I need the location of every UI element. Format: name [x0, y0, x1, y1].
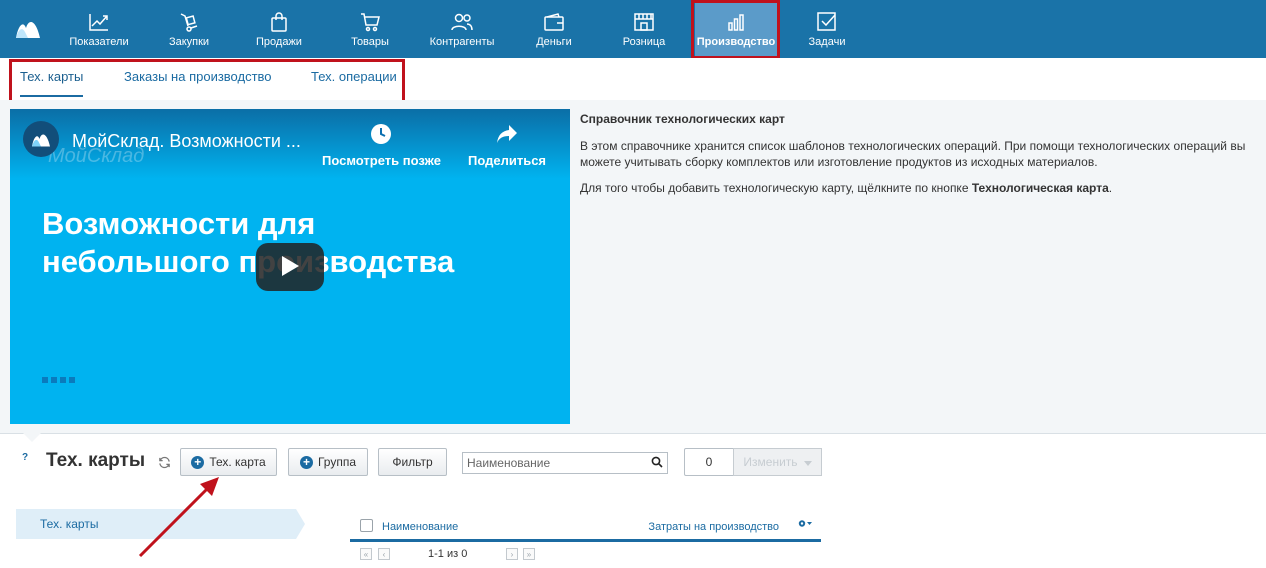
first-page-button[interactable]: « [360, 548, 372, 560]
nav-label: Продажи [256, 36, 302, 48]
chevron-down-icon [803, 455, 812, 469]
play-button[interactable] [256, 243, 324, 291]
top-navigation: Показатели Закупки Продажи Товары Контра… [0, 0, 1266, 58]
plus-icon: + [299, 455, 313, 469]
info-title: Справочник технологических карт [580, 112, 785, 126]
nav-item-counterparties[interactable]: Контрагенты [428, 0, 496, 58]
cart-dolly-icon [178, 12, 200, 32]
nav-item-sales[interactable]: Продажи [253, 0, 305, 58]
prev-page-button[interactable]: ‹ [378, 548, 390, 560]
wallet-icon [543, 12, 565, 32]
highlight-subnav [9, 59, 405, 103]
select-all-checkbox[interactable] [360, 519, 373, 532]
nav-label: Показатели [69, 36, 129, 48]
nav-item-money[interactable]: Деньги [533, 0, 575, 58]
add-tech-card-label: Тех. карта [209, 455, 266, 469]
selected-count: 0 [684, 448, 734, 476]
users-icon [451, 12, 473, 32]
next-page-button[interactable]: › [506, 548, 518, 560]
page-title: Тех. карты [46, 450, 146, 471]
video-headline-line: небольшого производства [42, 244, 455, 279]
nav-label: Деньги [536, 36, 572, 48]
change-button[interactable]: Изменить [733, 448, 822, 476]
panel-pointer [22, 432, 42, 442]
search-field[interactable] [462, 452, 668, 474]
nav-item-indicators[interactable]: Показатели [68, 0, 130, 58]
last-page-button[interactable]: » [523, 548, 535, 560]
nav-item-goods[interactable]: Товары [348, 0, 392, 58]
info-text-fragment: . [1108, 181, 1113, 195]
filter-button[interactable]: Фильтр [378, 448, 447, 476]
nav-label: Товары [351, 36, 389, 48]
nav-item-retail[interactable]: Розница [619, 0, 669, 58]
highlight-production [691, 0, 780, 59]
nav-item-purchases[interactable]: Закупки [164, 0, 214, 58]
folder-label: Тех. карты [40, 517, 99, 531]
nav-label: Контрагенты [429, 36, 495, 48]
share-button[interactable]: Поделиться [468, 121, 546, 168]
search-icon[interactable] [651, 456, 663, 471]
video-player[interactable]: МойСклад МойСклад. Возможности ... Посмо… [10, 109, 570, 424]
storefront-icon [633, 12, 655, 32]
watch-later-button[interactable]: Посмотреть позже [322, 121, 441, 168]
info-panel: МойСклад МойСклад. Возможности ... Посмо… [0, 100, 1266, 434]
nav-label: Закупки [168, 36, 210, 48]
nav-label: Задачи [808, 36, 846, 48]
column-header-name[interactable]: Наименование [382, 521, 458, 533]
add-group-label: Группа [317, 455, 357, 469]
channel-logo-icon[interactable] [23, 121, 59, 157]
info-paragraph: В этом справочнике хранится список шабло… [580, 139, 1246, 169]
refresh-icon[interactable] [158, 456, 172, 470]
plus-icon: + [191, 455, 205, 469]
video-decor-dots [42, 377, 75, 383]
column-header-cost[interactable]: Затраты на производство [648, 521, 779, 533]
nav-label: Розница [622, 36, 666, 48]
table-header: Наименование Затраты на производство [350, 514, 821, 542]
video-headline-line: Возможности для [42, 206, 316, 241]
gear-icon[interactable] [798, 519, 812, 531]
page-range: 1-1 из 0 [428, 548, 468, 560]
add-tech-card-button[interactable]: + Тех. карта [180, 448, 277, 476]
watch-later-label: Посмотреть позже [322, 153, 441, 168]
change-label: Изменить [743, 455, 798, 469]
info-text-fragment: Для того чтобы добавить технологическую … [580, 181, 972, 195]
nav-item-tasks[interactable]: Задачи [805, 0, 849, 58]
add-group-button[interactable]: + Группа [288, 448, 368, 476]
task-check-icon [816, 12, 838, 32]
help-icon[interactable]: ? [22, 452, 34, 466]
share-label: Поделиться [468, 153, 547, 168]
folder-arrow [296, 509, 305, 539]
play-icon [280, 255, 300, 280]
moysklad-logo-icon[interactable] [14, 16, 42, 40]
video-title[interactable]: МойСклад. Возможности ... [72, 131, 301, 152]
filter-label: Фильтр [392, 455, 433, 469]
chart-line-icon [88, 12, 110, 32]
share-arrow-icon [494, 121, 520, 147]
shopping-cart-icon [359, 12, 381, 32]
info-description: Справочник технологических карт В этом с… [580, 111, 1256, 206]
info-paragraph: Для того чтобы добавить технологическую … [580, 180, 1256, 196]
pagination: « ‹ 1-1 из 0 › » [358, 548, 538, 562]
folder-root[interactable]: Тех. карты [16, 509, 296, 539]
search-input[interactable] [463, 453, 643, 473]
clock-icon [368, 121, 394, 147]
info-text-bold: Технологическая карта [971, 181, 1109, 195]
shopping-bag-icon [268, 12, 290, 32]
video-headline: Возможности для небольшого производства [42, 205, 454, 281]
